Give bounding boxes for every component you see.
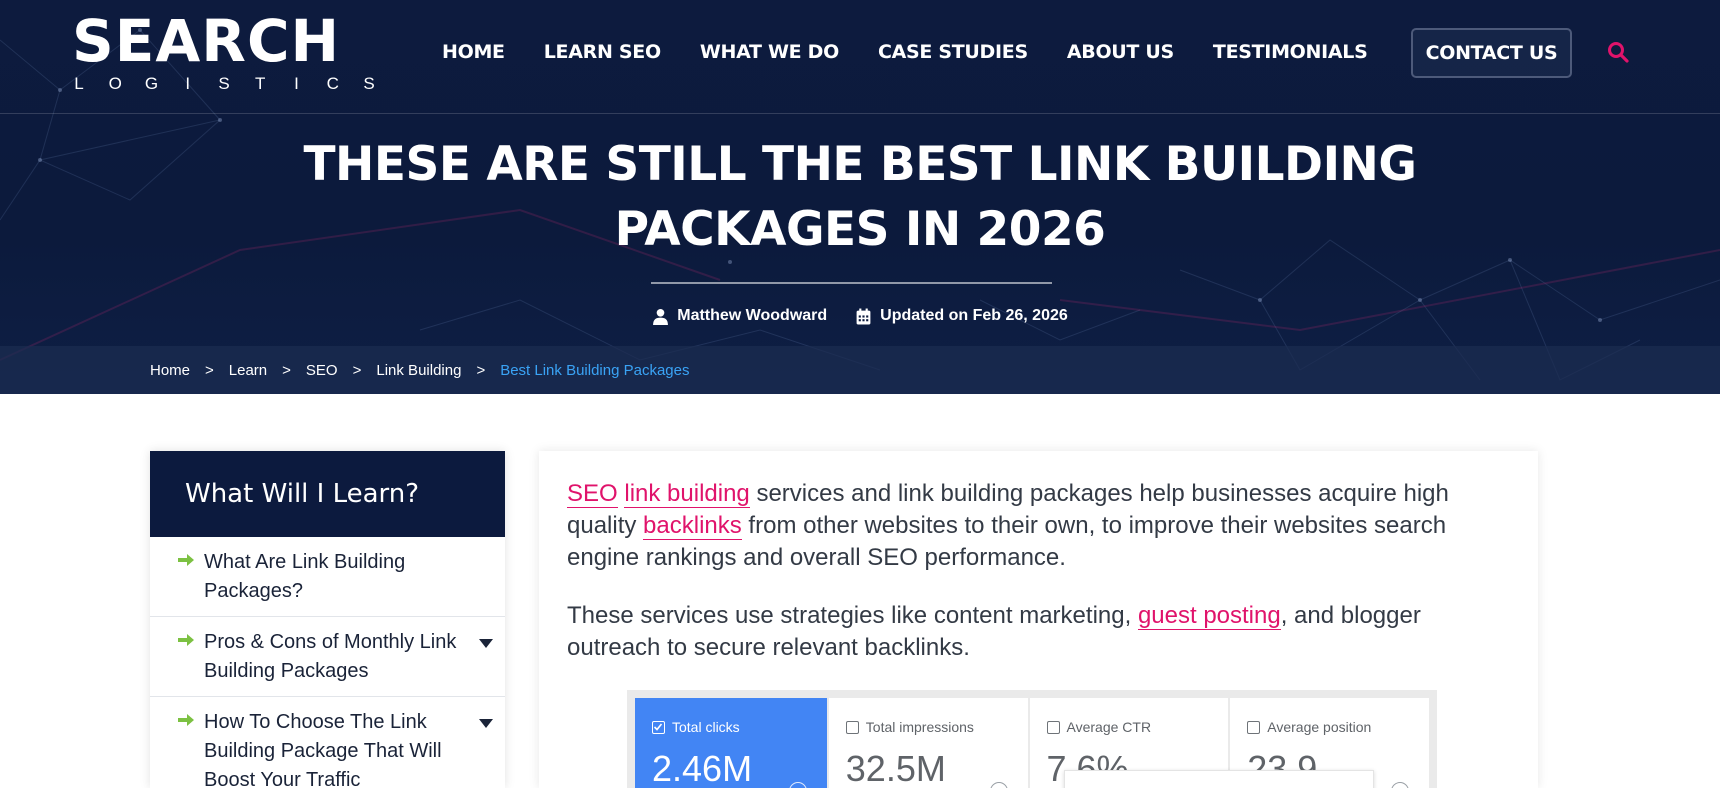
arrow-right-icon [178, 634, 194, 646]
toc-item-label[interactable]: What Are Link Building Packages? [204, 548, 465, 606]
logo-tagline-letter: L [74, 74, 84, 93]
nav-learn-seo[interactable]: LEARN SEO [544, 36, 661, 68]
metric-value: 2.46M [652, 748, 753, 788]
metric-label: Average position [1267, 719, 1372, 735]
chevron-down-icon[interactable] [479, 719, 493, 728]
toc-item-label[interactable]: Pros & Cons of Monthly Link Building Pac… [204, 628, 465, 686]
seo-link[interactable]: SEO [567, 480, 618, 508]
nav-about-us[interactable]: ABOUT US [1067, 36, 1174, 68]
chevron-down-icon[interactable] [479, 639, 493, 648]
strategies-text-1: These services use strategies like conte… [567, 602, 1138, 629]
metric-value: 32.5M [845, 748, 946, 788]
help-icon [989, 782, 1008, 788]
checkbox-icon [845, 720, 859, 734]
chart-tooltip [1064, 770, 1374, 788]
search-console-screenshot: Total clicks 2.46M Total impressions 32.… [627, 690, 1437, 788]
date-meta: Updated on Feb 26, 2026 [855, 304, 1068, 328]
link-building-link[interactable]: link building [624, 480, 750, 508]
intro-paragraph: SEO link building services and link buil… [567, 478, 1517, 574]
page-title: THESE ARE STILL THE BEST LINK BUILDING P… [260, 132, 1460, 262]
breadcrumb-link-building[interactable]: Link Building [376, 362, 461, 379]
breadcrumb-learn[interactable]: Learn [229, 362, 267, 379]
backlinks-link[interactable]: backlinks [643, 512, 742, 540]
logo-tagline-letter: S [218, 74, 230, 93]
logo-tagline-letter: O [108, 74, 122, 93]
author-meta: Matthew Woodward [652, 304, 827, 328]
post-meta: Matthew Woodward Updated on Feb 26, 2026 [0, 304, 1720, 328]
nav-what-we-do[interactable]: WHAT WE DO [700, 36, 839, 68]
breadcrumb-current: Best Link Building Packages [500, 361, 690, 379]
metric-label: Total impressions [865, 719, 974, 735]
breadcrumb-separator: > [282, 361, 291, 379]
toc-item[interactable]: Pros & Cons of Monthly Link Building Pac… [150, 617, 505, 697]
metric-card-total-impressions: Total impressions 32.5M [828, 698, 1028, 788]
logo-tagline-letter: S [363, 74, 375, 93]
logo-tagline-letter: G [144, 74, 159, 93]
breadcrumb: Home > Learn > SEO > Link Building > Bes… [150, 358, 689, 382]
arrow-right-icon [178, 714, 194, 726]
user-icon [653, 308, 669, 325]
title-divider [651, 282, 1052, 284]
metric-label: Average CTR [1066, 719, 1152, 735]
main-menu: HOME LEARN SEO WHAT WE DO CASE STUDIES A… [442, 36, 1407, 68]
breadcrumb-separator: > [476, 361, 486, 379]
calendar-icon [856, 308, 871, 324]
breadcrumb-seo[interactable]: SEO [306, 362, 338, 379]
toc-item-label[interactable]: How To Choose The Link Building Package … [204, 708, 465, 788]
breadcrumb-separator: > [352, 361, 362, 379]
nav-home[interactable]: HOME [442, 36, 505, 68]
logo-wordmark: SEARCH [72, 7, 341, 75]
logo-tagline-letter: C [326, 74, 339, 93]
table-of-contents: What Will I Learn? What Are Link Buildin… [150, 451, 505, 788]
logo-tagline-letter: I [185, 74, 191, 93]
logo-tagline-letter: I [294, 74, 299, 93]
strategies-paragraph: These services use strategies like conte… [567, 600, 1517, 664]
search-icon[interactable] [1606, 40, 1630, 64]
metric-label: Total clicks [672, 719, 740, 735]
breadcrumb-bar: Home > Learn > SEO > Link Building > Bes… [0, 346, 1720, 394]
guest-posting-link[interactable]: guest posting [1137, 602, 1281, 630]
page-title-line1: THESE ARE STILL THE BEST LINK BUILDING [303, 137, 1417, 192]
help-icon [788, 782, 807, 788]
breadcrumb-separator: > [205, 361, 214, 379]
toc-item[interactable]: What Are Link Building Packages? [150, 537, 505, 617]
checkbox-icon [1247, 720, 1261, 734]
top-navigation: SEARCH L O G I S T I C S HOME LEARN SEO … [0, 0, 1720, 114]
page-title-line2: PACKAGES IN 2026 [614, 202, 1106, 257]
contact-us-button[interactable]: CONTACT US [1411, 28, 1572, 78]
arrow-right-icon [178, 554, 194, 566]
help-icon [1390, 782, 1409, 788]
article-content: SEO link building services and link buil… [539, 451, 1538, 788]
checkbox-icon [1046, 720, 1060, 734]
toc-item[interactable]: How To Choose The Link Building Package … [150, 697, 505, 788]
nav-case-studies[interactable]: CASE STUDIES [878, 36, 1028, 68]
toc-title: What Will I Learn? [150, 451, 505, 537]
logo-tagline-letter: T [255, 74, 266, 93]
nav-testimonials[interactable]: TESTIMONIALS [1213, 36, 1368, 68]
site-logo[interactable]: SEARCH L O G I S T I C S [72, 10, 376, 96]
logo-tagline: L O G I S T I C S [72, 73, 376, 95]
hero-banner: SEARCH L O G I S T I C S HOME LEARN SEO … [0, 0, 1720, 394]
author-name[interactable]: Matthew Woodward [677, 304, 827, 328]
checkbox-checked-icon [652, 720, 665, 734]
updated-date: Updated on Feb 26, 2026 [880, 307, 1068, 324]
metric-card-total-clicks: Total clicks 2.46M [635, 698, 827, 788]
breadcrumb-home[interactable]: Home [150, 362, 190, 379]
